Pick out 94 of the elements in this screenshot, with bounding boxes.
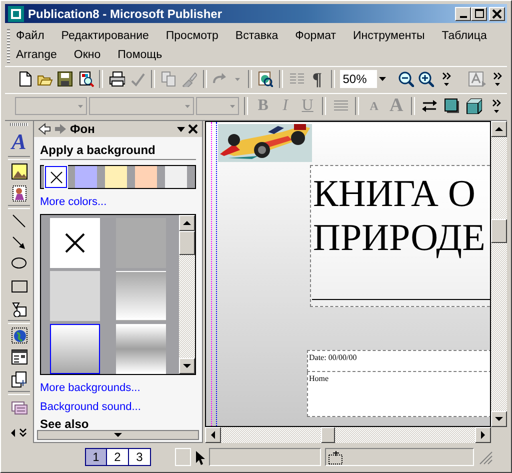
scroll-thumb[interactable] bbox=[179, 231, 195, 255]
object-size-icon bbox=[328, 450, 343, 464]
maximize-icon bbox=[474, 9, 484, 18]
pane-title: Фон bbox=[70, 122, 96, 136]
right-arrow-icon bbox=[481, 431, 485, 439]
cross-icon bbox=[64, 232, 86, 254]
page-tab[interactable]: 2 bbox=[107, 448, 129, 466]
back-icon[interactable] bbox=[38, 123, 51, 135]
pilcrow-button[interactable]: ¶ bbox=[307, 68, 327, 90]
scroll-up-button[interactable] bbox=[179, 215, 195, 231]
scroll-down-button[interactable] bbox=[491, 411, 507, 427]
pointer-icon bbox=[195, 450, 205, 464]
rectangle-icon[interactable] bbox=[10, 278, 28, 294]
section-heading: Apply a background bbox=[40, 143, 196, 160]
background-thumbnail[interactable] bbox=[50, 324, 100, 374]
up-arrow-icon bbox=[495, 127, 503, 131]
printer-icon[interactable] bbox=[108, 71, 125, 87]
menu-item[interactable]: Arrange bbox=[14, 48, 63, 60]
insert-page-icon[interactable] bbox=[10, 371, 28, 388]
background-thumbnail[interactable] bbox=[116, 324, 166, 374]
spell-check-icon[interactable] bbox=[129, 71, 146, 87]
text-box-icon[interactable] bbox=[468, 71, 486, 87]
caret-icon bbox=[230, 104, 236, 108]
close-icon bbox=[492, 8, 502, 18]
scroll-up-button[interactable] bbox=[491, 121, 507, 137]
scroll-left-button[interactable] bbox=[205, 427, 221, 443]
scroll-thumb[interactable] bbox=[491, 219, 507, 243]
line-icon[interactable] bbox=[10, 212, 28, 228]
down-arrow-icon bbox=[183, 364, 191, 368]
shadow-icon[interactable] bbox=[444, 98, 460, 114]
menu-item[interactable]: Вставка bbox=[228, 30, 284, 42]
toolbar-options-icon[interactable] bbox=[442, 72, 452, 86]
cross-icon bbox=[50, 170, 62, 184]
status-panel bbox=[175, 448, 191, 466]
up-arrow-icon bbox=[183, 221, 191, 225]
form-icon[interactable] bbox=[10, 349, 28, 366]
more-colors-link[interactable]: More colors... bbox=[40, 196, 196, 208]
cube-icon[interactable] bbox=[466, 98, 482, 114]
menu-item[interactable]: Просмотр bbox=[158, 30, 224, 42]
caret-icon bbox=[184, 104, 190, 108]
zoom-out-icon[interactable] bbox=[398, 71, 414, 87]
maximize-button[interactable] bbox=[471, 6, 487, 20]
dropdown-icon[interactable] bbox=[177, 126, 185, 132]
pane-scroll-button[interactable] bbox=[37, 430, 199, 440]
close-button[interactable] bbox=[489, 6, 505, 20]
resize-grip-icon[interactable] bbox=[478, 450, 493, 464]
background-thumbnail[interactable] bbox=[50, 218, 100, 268]
picture-icon[interactable] bbox=[10, 163, 28, 180]
menu-item[interactable]: Окно bbox=[66, 48, 107, 60]
scroll-thumb[interactable] bbox=[321, 427, 335, 443]
swap-arrows-icon[interactable] bbox=[422, 98, 438, 114]
clip-art-icon[interactable] bbox=[10, 185, 28, 202]
menu-item[interactable]: Формат bbox=[288, 30, 342, 42]
background-thumbnail[interactable] bbox=[50, 271, 100, 321]
scroll-right-button[interactable] bbox=[475, 427, 491, 443]
design-gallery-icon[interactable] bbox=[10, 398, 28, 414]
minimize-icon bbox=[460, 16, 466, 18]
print-preview-icon[interactable] bbox=[78, 71, 94, 87]
new-document-icon[interactable] bbox=[16, 71, 33, 87]
page-tab[interactable]: 1 bbox=[85, 448, 107, 466]
globe-icon[interactable] bbox=[10, 327, 28, 344]
menu-item[interactable]: Таблица bbox=[434, 30, 493, 42]
shapes-icon[interactable] bbox=[10, 300, 28, 316]
pane-link[interactable]: More backgrounds... bbox=[40, 382, 196, 394]
caret-icon bbox=[78, 104, 84, 108]
save-icon[interactable] bbox=[57, 71, 74, 87]
page-tab[interactable]: 3 bbox=[129, 448, 151, 466]
zoom-field[interactable]: 50% bbox=[338, 69, 390, 89]
menu-item[interactable]: Помощь bbox=[110, 48, 168, 60]
left-arrow-icon[interactable] bbox=[11, 428, 15, 436]
pane-link[interactable]: Background sound... bbox=[40, 401, 196, 413]
section-heading: See also bbox=[40, 417, 90, 433]
caret-icon bbox=[379, 77, 386, 81]
zoom-in-icon[interactable] bbox=[418, 71, 434, 87]
chevron-down-icon[interactable] bbox=[19, 428, 27, 437]
toolbar-options-icon[interactable] bbox=[492, 72, 502, 86]
web-preview-icon[interactable] bbox=[257, 71, 274, 87]
toolbar-options-icon[interactable] bbox=[492, 99, 501, 113]
down-arrow-icon bbox=[114, 433, 122, 437]
date-text: Date: 00/00/00 bbox=[308, 352, 358, 364]
scroll-down-button[interactable] bbox=[179, 358, 195, 374]
address-text: Home bbox=[308, 373, 330, 385]
menu-item[interactable]: Редактирование bbox=[54, 30, 155, 42]
background-thumbnail[interactable] bbox=[116, 271, 166, 321]
menu-item[interactable]: Файл bbox=[14, 30, 50, 42]
arrow-icon[interactable] bbox=[10, 234, 28, 250]
minimize-button[interactable] bbox=[455, 6, 471, 20]
app-icon bbox=[8, 6, 24, 22]
down-arrow-icon bbox=[495, 417, 503, 421]
menu-item[interactable]: Инструменты bbox=[346, 30, 431, 42]
close-icon[interactable] bbox=[188, 124, 198, 134]
text-tool-button[interactable]: A bbox=[8, 129, 30, 155]
window-title: Publication8 - Microsoft Publisher bbox=[28, 6, 224, 20]
left-arrow-icon bbox=[211, 431, 215, 439]
